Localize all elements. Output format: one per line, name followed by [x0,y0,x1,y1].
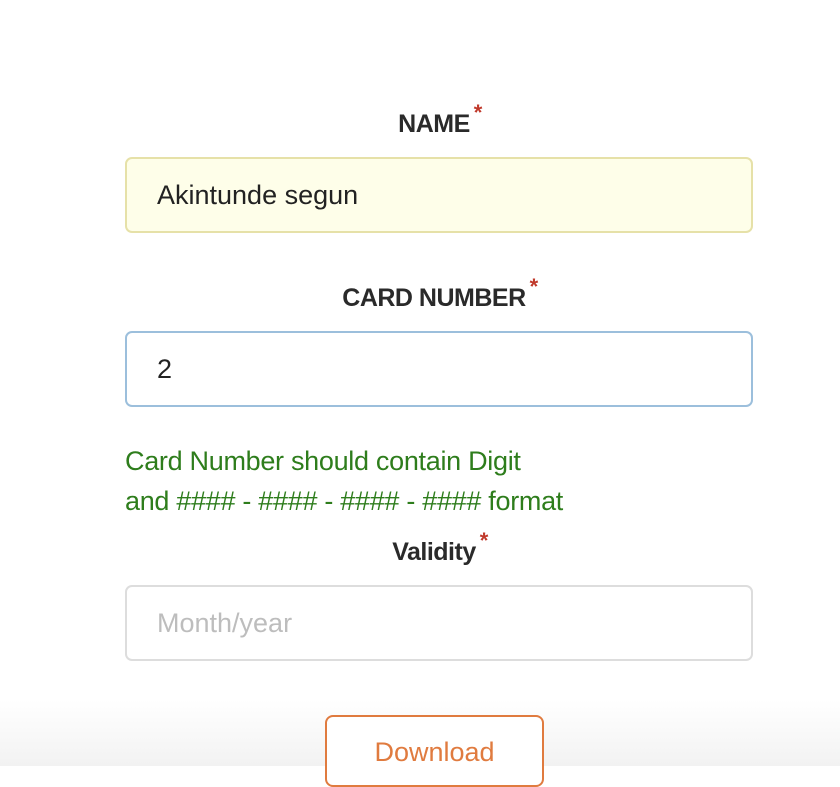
download-button-label: Download [374,737,495,767]
card-number-label: CARD NUMBER [342,284,526,312]
validity-input[interactable] [125,585,753,661]
name-input[interactable] [125,157,753,233]
card-number-hint-line2: and #### - #### - #### - #### format [125,486,564,516]
validity-label: Validity [392,538,476,566]
card-number-required-mark: * [529,274,539,299]
name-label: NAME [398,110,470,138]
validity-required-mark: * [479,528,489,553]
name-label-row: NAME * [125,100,755,139]
name-required-mark: * [473,100,483,125]
download-button[interactable]: Download [325,715,544,787]
validity-label-row: Validity * [125,528,755,567]
card-number-label-row: CARD NUMBER * [125,274,755,313]
card-number-hint-line1: Card Number should contain Digit [125,446,521,476]
card-number-hint: Card Number should contain Digit and ###… [125,441,755,521]
card-form: NAME* CARD NUMBER* Card Number should co… [125,0,755,766]
card-number-input[interactable] [125,331,753,407]
